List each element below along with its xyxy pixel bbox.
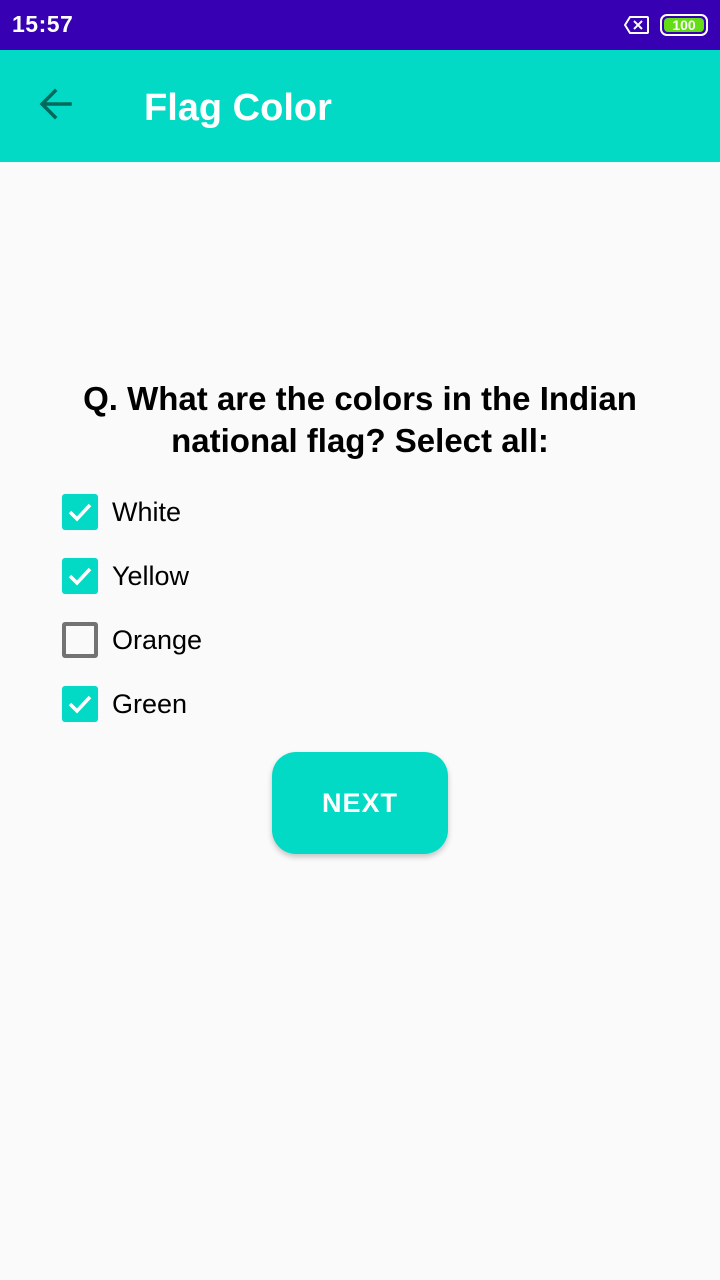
checkbox-checked-icon[interactable] — [62, 558, 98, 594]
option-label: White — [112, 496, 182, 527]
battery-level: 100 — [664, 18, 704, 32]
option-green[interactable]: Green — [62, 686, 202, 722]
checkbox-unchecked-icon[interactable] — [62, 622, 98, 658]
status-bar: 15:57 100 — [0, 0, 720, 50]
option-label: Orange — [112, 624, 203, 655]
checkbox-checked-icon[interactable] — [62, 494, 98, 530]
checkbox-checked-icon[interactable] — [62, 686, 98, 722]
option-label: Yellow — [112, 560, 190, 591]
option-orange[interactable]: Orange — [62, 622, 202, 658]
status-time: 15:57 — [12, 11, 74, 37]
option-white[interactable]: White — [62, 494, 202, 530]
page-title: Flag Color — [144, 87, 332, 129]
next-button[interactable]: NEXT — [272, 752, 448, 854]
battery-icon: 100 — [660, 14, 708, 36]
question-text: Q. What are the colors in the Indian nat… — [83, 380, 637, 459]
option-yellow[interactable]: Yellow — [62, 558, 202, 594]
back-button[interactable] — [28, 78, 84, 134]
arrow-left-icon — [36, 84, 76, 129]
option-label: Green — [112, 688, 188, 719]
sim-x-icon — [623, 15, 650, 35]
options-list: White Yellow Orange Green — [62, 494, 202, 750]
app-bar: Flag Color — [0, 50, 720, 162]
